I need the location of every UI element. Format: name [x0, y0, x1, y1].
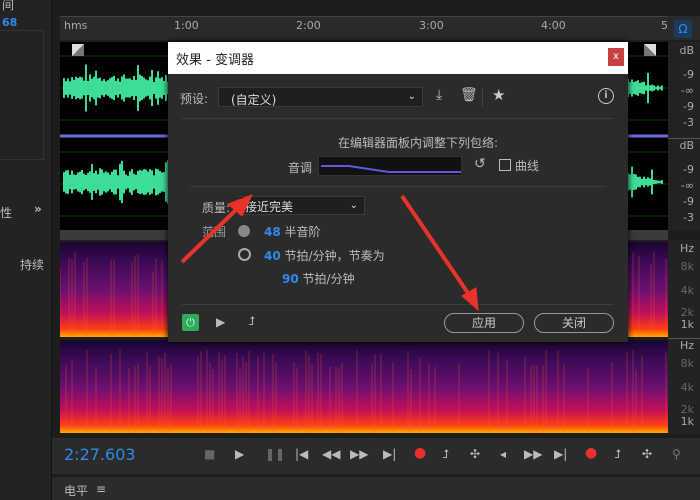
annotation-arrows: [180, 194, 479, 312]
arrow-to-quality: [180, 204, 242, 264]
arrow-to-apply: [400, 194, 472, 298]
